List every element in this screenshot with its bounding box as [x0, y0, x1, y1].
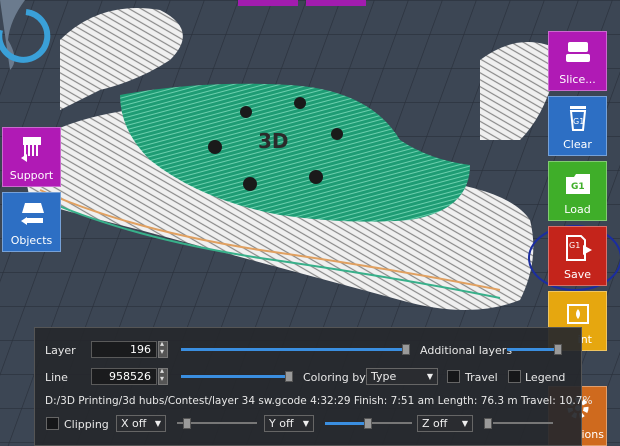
y-clip-slider-track[interactable] — [325, 422, 365, 425]
gcode-info-text: D:/3D Printing/3d hubs/Contest/layer 34 … — [45, 395, 593, 407]
line-input[interactable]: 958526 — [91, 368, 157, 385]
chevron-down-icon: ▼ — [461, 419, 468, 428]
coloring-select[interactable]: Type ▼ — [366, 368, 438, 385]
support-button[interactable]: Support — [2, 127, 61, 187]
clear-label: Clear — [563, 138, 592, 151]
slice-button[interactable]: Slice... — [548, 31, 607, 91]
legend-checkbox[interactable] — [508, 370, 521, 383]
travel-label: Travel — [465, 371, 498, 384]
chevron-down-icon: ▼ — [154, 419, 161, 428]
y-clip-slider-rest — [372, 422, 412, 424]
printer-icon — [566, 304, 589, 324]
support-label: Support — [9, 169, 54, 182]
y-clip-value: Y off — [269, 417, 294, 430]
additional-layers-slider-track[interactable] — [507, 348, 557, 351]
slice-label: Slice... — [559, 73, 596, 86]
y-clip-select[interactable]: Y off ▼ — [264, 415, 314, 432]
travel-checkbox[interactable] — [447, 370, 460, 383]
objects-label: Objects — [10, 234, 53, 247]
folder-icon: G1 — [565, 174, 590, 194]
model-emboss-text: 3D — [258, 129, 289, 153]
layer-spinner[interactable] — [158, 339, 168, 358]
chevron-down-icon: ▼ — [302, 419, 309, 428]
objects-icon — [20, 203, 44, 225]
save-label: Save — [563, 268, 591, 281]
svg-text:G1: G1 — [573, 117, 584, 126]
chevron-down-icon: ▼ — [426, 372, 433, 381]
top-tool-button-2[interactable] — [306, 0, 366, 6]
slice-icon — [565, 42, 590, 62]
additional-layers-label: Additional layers — [420, 344, 513, 357]
top-tool-button-1[interactable] — [238, 0, 298, 6]
x-clip-slider-handle[interactable] — [183, 418, 191, 429]
load-button[interactable]: G1 Load — [548, 161, 607, 221]
layer-label: Layer — [45, 344, 76, 357]
layer-slider-handle[interactable] — [402, 344, 410, 355]
save-button[interactable]: G1 Save — [548, 226, 607, 286]
load-label: Load — [564, 203, 591, 216]
z-clip-select[interactable]: Z off ▼ — [417, 415, 473, 432]
z-clip-value: Z off — [422, 417, 448, 430]
x-clip-select[interactable]: X off ▼ — [116, 415, 166, 432]
layer-input[interactable]: 196 — [91, 341, 157, 358]
clear-button[interactable]: G1 Clear — [548, 96, 607, 156]
legend-label: Legend — [525, 371, 566, 384]
y-clip-slider-handle[interactable] — [364, 418, 372, 429]
svg-text:G1: G1 — [569, 241, 580, 250]
trash-icon: G1 — [569, 106, 586, 131]
svg-text:G1: G1 — [571, 182, 585, 192]
gcode-viewer-panel: Layer 196 Additional layers Line 958526 … — [34, 327, 592, 446]
coloring-value: Type — [371, 370, 397, 383]
coloring-by-label: Coloring by — [303, 371, 366, 384]
objects-button[interactable]: Objects — [2, 192, 61, 252]
clipping-checkbox[interactable] — [46, 417, 59, 430]
z-clip-slider-track[interactable] — [493, 422, 553, 424]
support-icon — [20, 137, 41, 162]
line-slider-handle[interactable] — [285, 371, 293, 382]
line-label: Line — [45, 371, 68, 384]
line-spinner[interactable] — [158, 366, 168, 385]
x-clip-value: X off — [121, 417, 147, 430]
clipping-label: Clipping — [64, 418, 109, 431]
line-slider-track[interactable] — [181, 375, 285, 378]
z-clip-slider-handle[interactable] — [484, 418, 492, 429]
additional-layers-slider-handle[interactable] — [554, 344, 562, 355]
layer-slider-track[interactable] — [181, 348, 405, 351]
save-file-icon: G1 — [565, 235, 592, 261]
